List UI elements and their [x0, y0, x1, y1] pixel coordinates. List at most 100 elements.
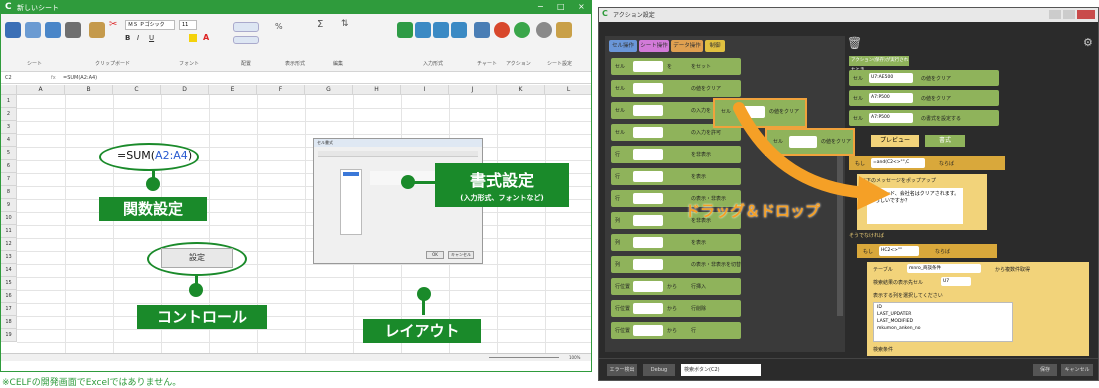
table-fetch-block[interactable]: テーブル mnro_商談条件 から複数件取得 検索結果の表示先セル U7 表示す… — [867, 262, 1089, 356]
block-input[interactable] — [633, 105, 663, 116]
column-option[interactable]: mkumon_anken_no — [877, 326, 920, 331]
setting-button[interactable]: 設定 — [161, 248, 233, 268]
table-select[interactable]: mnro_商談条件 — [907, 264, 981, 273]
spreadsheet-grid[interactable]: ABCDEFGHIJKL 1 2 3 4 5 6 7 8 9 10 11 12 13 14 15 16 17 18… — [1, 85, 591, 361]
column-option[interactable]: LAST_UPDATER — [877, 312, 911, 317]
gear-icon[interactable]: ⚙ — [1083, 36, 1093, 49]
checkbox-icon[interactable] — [397, 22, 413, 38]
column-header[interactable]: F — [257, 85, 305, 95]
block-input[interactable] — [633, 149, 663, 160]
row-header[interactable]: 4 — [1, 134, 17, 147]
row-header[interactable]: 15 — [1, 277, 17, 290]
column-header[interactable]: C — [113, 85, 161, 95]
close-button[interactable]: × — [578, 2, 585, 11]
cancel-button[interactable]: キャンセル — [1061, 364, 1093, 376]
input-type-icon[interactable] — [415, 22, 431, 38]
block-input[interactable] — [633, 127, 663, 138]
column-header[interactable]: I — [401, 85, 449, 95]
table-icon[interactable] — [451, 22, 467, 38]
palette-block[interactable]: 列 を表示 — [611, 234, 741, 251]
sort-icon[interactable]: ⇅ — [341, 19, 349, 29]
column-header[interactable]: A — [17, 85, 65, 95]
column-option[interactable]: ID — [877, 305, 882, 310]
list-icon[interactable] — [433, 22, 449, 38]
action-block[interactable]: セル U7:AE500 の値をクリア — [849, 70, 999, 86]
block-input[interactable]: U7:AE500 — [869, 73, 913, 83]
palette-block[interactable]: セル を をセット — [611, 58, 741, 75]
underline-icon[interactable]: U — [149, 34, 154, 42]
row-header[interactable]: 7 — [1, 173, 17, 186]
row-header[interactable]: 9 — [1, 199, 17, 212]
column-header[interactable]: B — [65, 85, 113, 95]
if-condition-input[interactable]: HC2<>"" — [879, 246, 919, 256]
zoom-slider[interactable] — [489, 357, 559, 358]
save-button[interactable]: 保存 — [1033, 364, 1057, 376]
print-icon[interactable] — [65, 22, 81, 38]
chart-icon[interactable] — [474, 22, 490, 38]
row-header[interactable]: 6 — [1, 160, 17, 173]
column-header[interactable]: L — [545, 85, 591, 95]
column-header[interactable]: K — [497, 85, 545, 95]
block-input[interactable] — [633, 193, 663, 204]
row-header[interactable]: 17 — [1, 303, 17, 316]
column-header[interactable]: G — [305, 85, 353, 95]
clipboard-icon[interactable] — [89, 22, 105, 38]
bold-icon[interactable]: B — [125, 34, 130, 42]
sum-icon[interactable]: Σ — [317, 19, 323, 30]
palette-block[interactable]: 列 の表示・非表示を切替 — [611, 256, 741, 273]
dialog-tabs[interactable] — [318, 151, 478, 157]
row-header[interactable]: 1 — [1, 95, 17, 108]
settings-icon[interactable] — [536, 22, 552, 38]
dialog-cancel-button[interactable]: キャンセル — [448, 251, 474, 259]
row-header[interactable]: 18 — [1, 316, 17, 329]
debug-button[interactable]: Debug — [643, 364, 675, 376]
merge-icon[interactable] — [233, 36, 259, 44]
tab-cell[interactable]: セル操作 — [609, 40, 637, 52]
paste-icon[interactable] — [45, 22, 61, 38]
minimize-button[interactable] — [1049, 10, 1061, 19]
dialog-list[interactable] — [340, 169, 362, 235]
row-header[interactable]: 10 — [1, 212, 17, 225]
font-select[interactable]: ＭＳ Ｐゴシック — [125, 20, 175, 30]
cell-reference[interactable]: C2 — [5, 75, 12, 81]
palette-block[interactable]: 行位置 から 行削除 — [611, 300, 741, 317]
tab-data[interactable]: データ操作 — [671, 40, 703, 52]
block-input[interactable] — [633, 171, 663, 182]
if-block-2[interactable]: もし HC2<>"" ならば — [857, 244, 997, 258]
italic-icon[interactable]: I — [137, 34, 139, 42]
dest-input[interactable]: U7 — [941, 277, 971, 286]
block-input[interactable] — [633, 325, 663, 336]
format-button[interactable]: 書式 — [925, 135, 965, 147]
row-header[interactable]: 19 — [1, 329, 17, 342]
palette-block[interactable]: 行位置 から 行挿入 — [611, 278, 741, 295]
column-option[interactable]: LAST_MODIFIED — [877, 319, 913, 324]
row-header[interactable]: 5 — [1, 147, 17, 160]
maximize-button[interactable] — [1063, 10, 1075, 19]
row-header[interactable]: 11 — [1, 225, 17, 238]
sheet-settings-icon[interactable] — [556, 22, 572, 38]
column-header[interactable]: D — [161, 85, 209, 95]
tab-control[interactable]: 制御 — [705, 40, 725, 52]
minimize-button[interactable]: − — [537, 2, 544, 11]
trash-icon[interactable]: 🗑 — [847, 36, 862, 50]
copy-sheet-icon[interactable] — [25, 22, 41, 38]
row-header[interactable]: 16 — [1, 290, 17, 303]
row-header[interactable]: 14 — [1, 264, 17, 277]
font-size-select[interactable]: 11 — [179, 20, 197, 30]
zoom-level[interactable]: 100% — [569, 355, 580, 360]
fill-color-icon[interactable] — [189, 34, 197, 42]
error-check-button[interactable]: エラー検出 — [607, 364, 637, 376]
number-format-icon[interactable]: % — [275, 22, 283, 31]
columns-listbox[interactable]: ID LAST_UPDATER LAST_MODIFIED mkumon_anken_… — [873, 302, 1013, 342]
row-header[interactable]: 2 — [1, 108, 17, 121]
row-header[interactable]: 13 — [1, 251, 17, 264]
row-header[interactable]: 3 — [1, 121, 17, 134]
dialog-ok-button[interactable]: OK — [426, 251, 444, 259]
block-input[interactable] — [633, 215, 663, 226]
column-header[interactable]: E — [209, 85, 257, 95]
block-input[interactable] — [633, 303, 663, 314]
close-button[interactable] — [1077, 10, 1095, 19]
play-icon[interactable] — [514, 22, 530, 38]
sheet-icon[interactable] — [5, 22, 21, 38]
block-input[interactable] — [633, 83, 663, 94]
